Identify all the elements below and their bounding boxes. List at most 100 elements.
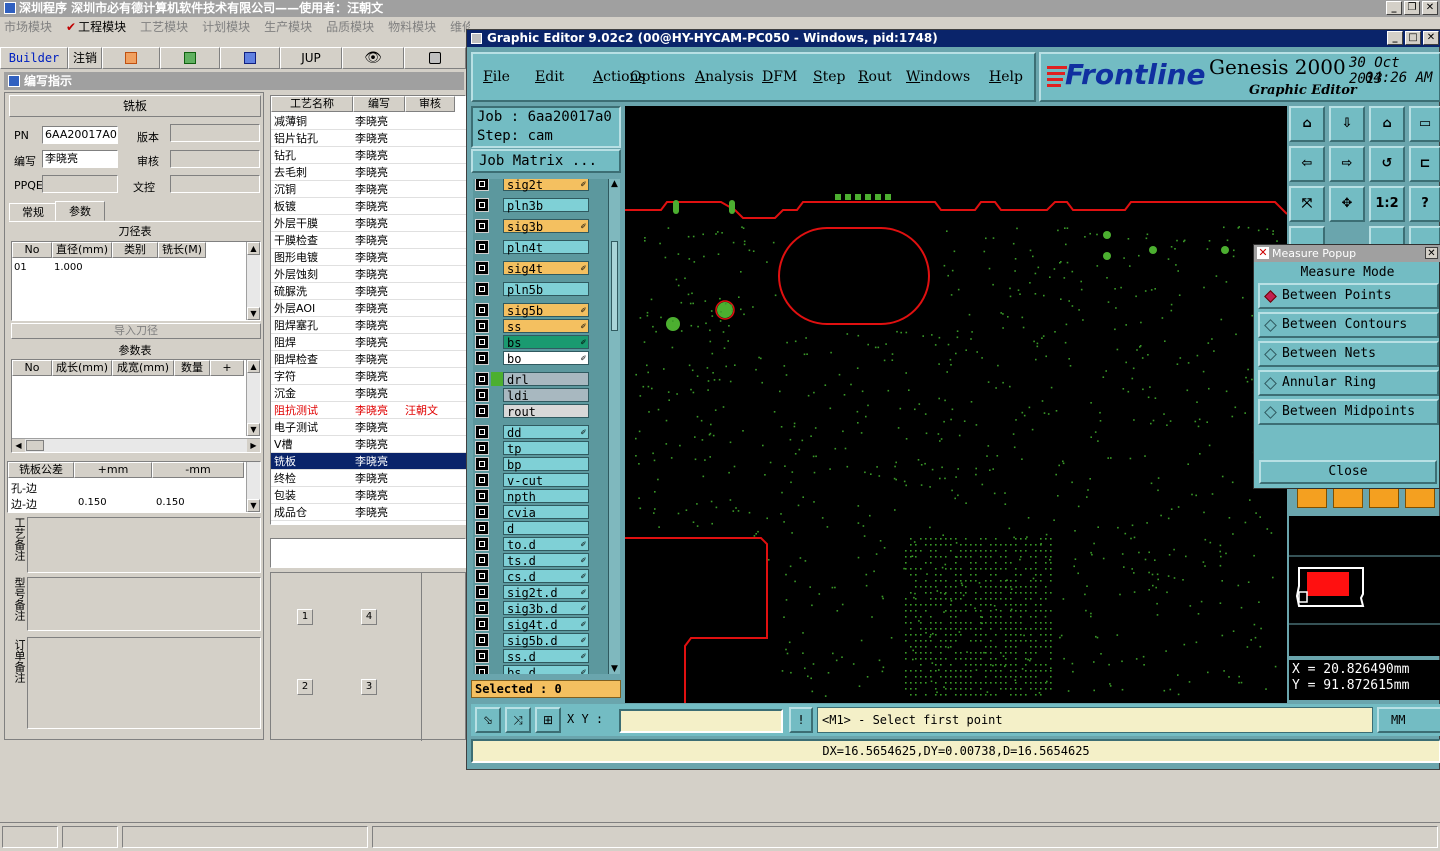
process-input[interactable] [270, 538, 466, 568]
table-row[interactable]: 阻抗测试 李晓亮 汪朝文 [271, 402, 467, 419]
scroll-thumb[interactable] [26, 440, 44, 451]
minimize-button[interactable]: _ [1386, 1, 1402, 15]
house-button[interactable]: ⌂ [1369, 106, 1405, 142]
layer-name[interactable]: pln3b [503, 198, 589, 213]
layer-checkbox[interactable] [475, 441, 489, 455]
tol-plus-value[interactable]: 0.150 [78, 497, 107, 508]
tab-params[interactable]: 参数 [55, 201, 105, 221]
layer-row[interactable]: cs.d ✐ [473, 569, 595, 584]
layer-checkbox[interactable] [475, 282, 489, 296]
layer-row[interactable]: sig5b.d ✐ [473, 633, 595, 648]
pcb-canvas[interactable] [625, 106, 1287, 703]
layer-name[interactable]: bs ✐ [503, 335, 589, 350]
jup-button[interactable]: JUP [280, 47, 342, 69]
scroll-left-icon[interactable]: ◀ [12, 439, 25, 452]
menu-4[interactable]: 生产模块 [264, 20, 312, 34]
layer-checkbox[interactable] [475, 335, 489, 349]
layer-checkbox[interactable] [475, 388, 489, 402]
layer-checkbox[interactable] [475, 179, 489, 191]
scroll-down-icon[interactable]: ▼ [247, 423, 260, 436]
powerpoint-button[interactable] [102, 47, 160, 69]
review-field[interactable] [170, 150, 260, 168]
layer-checkbox[interactable] [475, 585, 489, 599]
order-remark-field[interactable] [27, 637, 261, 729]
layer-name[interactable]: cvia [503, 505, 589, 520]
mouse-mode-button[interactable]: ⬂ [475, 707, 501, 733]
scroll-down-icon[interactable]: ▼ [247, 499, 260, 512]
logout-button[interactable]: 注销 [68, 47, 102, 69]
param-table-scrollbar[interactable]: ▲ ▼ [246, 360, 260, 436]
layer-checkbox[interactable] [475, 240, 489, 254]
param-table-hscroll[interactable]: ◀ ▶ [12, 438, 260, 452]
menu-3[interactable]: 计划模块 [202, 20, 250, 34]
layer-row[interactable]: sig2t ✐ [473, 179, 595, 192]
pad-button-3[interactable]: 3 [361, 679, 377, 695]
preview-button[interactable]: 👁 [342, 47, 404, 69]
menu-1[interactable]: 工程模块 [78, 20, 126, 34]
layer-checkbox[interactable] [475, 198, 489, 212]
table-row[interactable]: 外层干膜 李晓亮 [271, 215, 467, 232]
layer-row[interactable]: npth [473, 489, 595, 504]
layer-checkbox[interactable] [475, 537, 489, 551]
step-button[interactable]: ⊏ [1409, 146, 1440, 182]
undo-button[interactable]: ↺ [1369, 146, 1405, 182]
layer-checkbox[interactable] [475, 505, 489, 519]
pan-right-button[interactable]: ⇨ [1329, 146, 1365, 182]
writer-field[interactable]: 李晓亮 [42, 150, 118, 168]
layer-checkbox[interactable] [475, 649, 489, 663]
editor-menu-dfm[interactable]: DFM [762, 69, 797, 85]
layer-row[interactable]: pln4t [473, 240, 595, 255]
table-row[interactable]: 阻焊检查 李晓亮 [271, 351, 467, 368]
editor-menu-step[interactable]: Step [813, 69, 845, 85]
layer-name[interactable]: npth [503, 489, 589, 504]
database-button[interactable] [404, 47, 466, 69]
measure-option[interactable]: Annular Ring [1258, 370, 1439, 396]
tol-minus-value[interactable]: 0.150 [156, 497, 185, 508]
menu-6[interactable]: 物料模块 [388, 20, 436, 34]
layer-row[interactable]: pln3b [473, 198, 595, 213]
layer-row[interactable]: d [473, 521, 595, 536]
layer-checkbox[interactable] [475, 473, 489, 487]
editor-menu-edit[interactable]: Edit [535, 69, 564, 85]
layer-checkbox[interactable] [475, 601, 489, 615]
grid-mode-button[interactable]: ⊞ [535, 707, 561, 733]
layer-name[interactable]: sig5b ✐ [503, 303, 589, 318]
table-row[interactable]: 铝片钻孔 李晓亮 [271, 130, 467, 147]
layer-row[interactable]: sig4t ✐ [473, 261, 595, 276]
table-row[interactable]: 钻孔 李晓亮 [271, 147, 467, 164]
layer-name[interactable]: sig3b ✐ [503, 219, 589, 234]
layer-checkbox[interactable] [475, 261, 489, 275]
layer-checkbox[interactable] [475, 303, 489, 317]
layer-name[interactable]: cs.d ✐ [503, 569, 589, 584]
scroll-up-icon[interactable]: ▲ [609, 179, 620, 189]
editor-menu-options[interactable]: Options [630, 69, 685, 85]
zoom-in-button[interactable]: ⇩ [1329, 106, 1365, 142]
table-row[interactable]: 去毛刺 李晓亮 [271, 164, 467, 181]
layer-name[interactable]: ldi [503, 388, 589, 403]
scroll-down-icon[interactable]: ▼ [247, 307, 260, 320]
layer-name[interactable]: ts.d ✐ [503, 553, 589, 568]
pan-left-button[interactable]: ⇦ [1289, 146, 1325, 182]
tool-table-scrollbar[interactable]: ▲ ▼ [246, 242, 260, 320]
layer-row[interactable]: bs ✐ [473, 335, 595, 350]
table-row[interactable]: 硫脲洗 李晓亮 [271, 283, 467, 300]
scroll-up-icon[interactable]: ▲ [247, 242, 260, 255]
layer-checkbox[interactable] [475, 457, 489, 471]
table-row[interactable]: 成品仓 李晓亮 [271, 504, 467, 521]
layer-checkbox[interactable] [475, 319, 489, 333]
layer-name[interactable]: sig3b.d ✐ [503, 601, 589, 616]
table-row[interactable]: 阻焊 李晓亮 [271, 334, 467, 351]
restore-button[interactable]: ❐ [1404, 1, 1420, 15]
editor-menu-file[interactable]: File [483, 69, 510, 85]
param-add-button[interactable]: + [210, 360, 244, 376]
control-field[interactable] [170, 175, 260, 193]
layer-name[interactable]: bo ✐ [503, 351, 589, 366]
word-button[interactable] [220, 47, 280, 69]
editor-minimize-button[interactable]: _ [1387, 31, 1403, 45]
scroll-thumb[interactable] [611, 241, 618, 331]
units-selector[interactable]: MM [1377, 707, 1440, 733]
pcb-drawing[interactable] [625, 106, 1287, 703]
pad-button-4[interactable]: 4 [361, 609, 377, 625]
layer-row[interactable]: ss.d ✐ [473, 649, 595, 664]
editor-close-button[interactable]: ✕ [1423, 31, 1439, 45]
